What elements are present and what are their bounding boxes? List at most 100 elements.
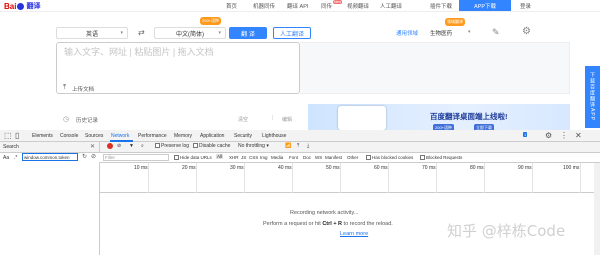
import-har-icon[interactable]: ⤒	[297, 143, 299, 149]
throttling-label: No throttling	[238, 143, 265, 149]
match-case-toggle[interactable]: Aa	[3, 155, 9, 161]
timeline-tick: 50 ms	[326, 165, 340, 171]
chevron-down-icon: ▾	[120, 30, 123, 36]
blocked-requests-checkbox[interactable]: Blocked Requests	[420, 155, 462, 161]
vertical-scrollbar[interactable]	[594, 163, 600, 255]
record-icon[interactable]	[107, 143, 113, 149]
search-icon[interactable]: ⌕	[141, 143, 144, 149]
upload-icon[interactable]: ⤒	[63, 84, 66, 92]
timeline-tick: 40 ms	[278, 165, 292, 171]
clear-search-icon[interactable]: ⊘	[91, 153, 96, 160]
type-filter-img[interactable]: Img	[260, 155, 268, 160]
source-language-select[interactable]: 英语 ▾	[56, 27, 128, 39]
timeline-tick: 10 ms	[134, 165, 148, 171]
type-filter-manifest[interactable]: Manifest	[325, 155, 342, 160]
domain-select[interactable]: 生物医药	[430, 29, 452, 37]
tab-security[interactable]: Security	[234, 133, 252, 139]
nav-home[interactable]: 首页	[226, 2, 237, 10]
search-results-pane	[0, 162, 100, 255]
nav-simultaneous[interactable]: 机器同传	[253, 2, 275, 10]
type-filter-font[interactable]: Font	[289, 155, 298, 160]
nav-plugin[interactable]: 插件下载	[430, 2, 452, 10]
baidu-translate-logo[interactable]: Bai 翻译	[4, 1, 40, 11]
close-devtools-icon[interactable]: ✕	[575, 131, 582, 140]
type-filter-ws[interactable]: WS	[315, 155, 322, 160]
filter-input[interactable]: Filter	[103, 154, 169, 161]
history-clear-link[interactable]: 清空	[238, 116, 248, 123]
tab-console[interactable]: Console	[60, 133, 78, 139]
inspect-element-icon[interactable]: ⬚	[4, 131, 12, 140]
export-har-icon[interactable]: ⤓	[307, 143, 309, 149]
clear-log-icon[interactable]: ⊘	[117, 143, 121, 149]
chevron-down-icon: ▾	[218, 30, 221, 36]
tab-sources[interactable]: Sources	[85, 133, 103, 139]
disable-cache-checkbox[interactable]: Disable cache	[193, 143, 230, 149]
settings-gear-icon[interactable]: ⚙	[522, 26, 531, 37]
type-filter-js[interactable]: JS	[241, 155, 246, 160]
domain-badge: 领域翻译	[445, 18, 465, 26]
ad-title: 百度翻译桌面端上线啦!	[430, 112, 508, 121]
tab-elements[interactable]: Elements	[32, 133, 53, 139]
nav-video[interactable]: 视频翻译	[347, 2, 369, 10]
history-edit-link[interactable]: 编辑	[282, 116, 292, 123]
blocked-cookies-checkbox[interactable]: Has blocked cookies	[366, 155, 413, 161]
type-filter-doc[interactable]: Doc	[303, 155, 311, 160]
timeline-gridline	[580, 163, 581, 193]
regex-toggle[interactable]: .*	[14, 155, 17, 161]
zhihu-watermark: 知乎 @梓栋Code	[447, 222, 566, 240]
side-download-app-button[interactable]: 下载百度翻译APP	[585, 66, 600, 128]
tab-lighthouse[interactable]: Lighthouse	[262, 133, 286, 139]
hint-shortcut: Ctrl + R	[322, 221, 343, 227]
type-filter-xhr[interactable]: XHR	[229, 155, 239, 160]
timeline-tick: 20 ms	[182, 165, 196, 171]
translate-button[interactable]: 翻 译	[229, 27, 267, 39]
timeline-tick: 100 ms	[563, 165, 580, 171]
timeline-tick: 80 ms	[470, 165, 484, 171]
type-filter-other[interactable]: Other	[347, 155, 358, 160]
preserve-log-checkbox[interactable]: Preserve log	[155, 143, 189, 149]
search-input[interactable]: window.common.token	[22, 153, 78, 161]
tab-memory[interactable]: Memory	[174, 133, 192, 139]
domain-general-label[interactable]: 通用领域	[396, 29, 418, 37]
tab-performance[interactable]: Performance	[138, 133, 167, 139]
nav-tongchuan[interactable]: 同传	[321, 2, 332, 10]
translation-output-panel	[300, 42, 570, 94]
tab-application[interactable]: Application	[200, 133, 224, 139]
nav-human[interactable]: 人工翻译	[380, 2, 402, 10]
ad-screenshot-image	[338, 106, 386, 130]
close-search-icon[interactable]: ✕	[90, 143, 95, 150]
target-language-select[interactable]: 中文(简体) ▾	[154, 27, 226, 39]
type-filter-all[interactable]: All	[216, 154, 224, 159]
logo-product: 翻译	[26, 3, 41, 10]
settings-gear-icon[interactable]: ⚙	[545, 131, 552, 140]
learn-more-link[interactable]: Learn more	[340, 231, 368, 237]
swap-languages-icon[interactable]: ⇄	[138, 28, 145, 37]
app-download-button[interactable]: APP下载	[459, 0, 511, 11]
upload-document-link[interactable]: 上传文档	[72, 85, 94, 93]
timeline-gridline	[532, 163, 533, 193]
history-label[interactable]: 历史记录	[76, 116, 98, 124]
hide-data-urls-checkbox[interactable]: Hide data URLs	[174, 155, 212, 161]
login-link[interactable]: 登录	[520, 2, 531, 10]
refresh-search-icon[interactable]: ↻	[82, 153, 87, 160]
type-filter-media[interactable]: Media	[271, 155, 283, 160]
online-status-icon[interactable]: 📶	[285, 143, 291, 149]
checkbox-box	[155, 143, 160, 149]
history-separator: |	[272, 115, 274, 121]
type-filter-css[interactable]: CSS	[249, 155, 258, 160]
filter-funnel-icon[interactable]: ▼	[129, 143, 134, 149]
timeline-tick: 60 ms	[374, 165, 388, 171]
nav-api[interactable]: 翻译 API	[287, 2, 308, 10]
timeline-gridline	[436, 163, 437, 193]
note-edit-icon[interactable]: ✎	[492, 27, 500, 38]
input-placeholder: 输入文字、网址 | 粘贴图片 | 拖入文档	[64, 47, 214, 57]
device-toggle-icon[interactable]: ▯	[15, 131, 19, 140]
human-translation-button[interactable]: 人工翻译	[273, 27, 311, 39]
checkbox-box	[366, 155, 371, 161]
issues-count-badge[interactable]: 1	[523, 132, 528, 137]
timeline-gridline	[244, 163, 245, 193]
more-options-icon[interactable]: ⋮	[560, 131, 568, 140]
throttling-select[interactable]: No throttling ▾	[238, 143, 269, 149]
timeline-gridline	[292, 163, 293, 193]
tab-network[interactable]: Network	[111, 133, 129, 139]
